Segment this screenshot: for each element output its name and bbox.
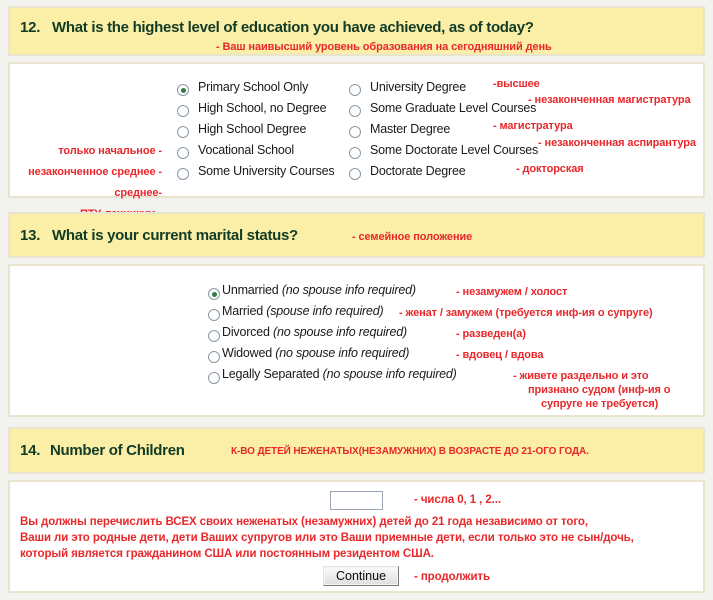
radio-widowed[interactable]	[208, 351, 220, 363]
question-13-body: Unmarried (no spouse info required) - не…	[8, 264, 705, 417]
label-legally-separated-text: Legally Separated	[222, 367, 320, 381]
children-note-line-1: Вы должны перечислить ВСЕХ своих неженат…	[20, 516, 588, 528]
label-divorced-note: (no spouse info required)	[273, 325, 407, 339]
label-married[interactable]: Married (spouse info required)	[222, 304, 384, 318]
radio-high-school-degree[interactable]	[177, 126, 189, 138]
form-page: 12. What is the highest level of educati…	[0, 0, 713, 600]
children-count-hint: - числа 0, 1 , 2...	[414, 494, 501, 506]
label-primary-school-only[interactable]: Primary School Only	[198, 80, 308, 94]
radio-some-university-courses[interactable]	[177, 168, 189, 180]
label-widowed[interactable]: Widowed (no spouse info required)	[222, 346, 409, 360]
label-divorced-text: Divorced	[222, 325, 270, 339]
continue-russian-label: - продолжить	[414, 571, 490, 583]
radio-doctorate-degree[interactable]	[349, 168, 361, 180]
q13-ru-4-line2: признано судом (инф-ия о	[528, 384, 671, 396]
label-unmarried-text: Unmarried	[222, 283, 279, 297]
radio-unmarried[interactable]	[208, 288, 220, 300]
q12-right-ru-4: - докторская	[516, 163, 584, 175]
radio-married[interactable]	[208, 309, 220, 321]
children-note-line-2: Ваши ли это родные дети, дети Ваших супр…	[20, 532, 634, 544]
label-university-degree[interactable]: University Degree	[370, 80, 466, 94]
label-some-university-courses[interactable]: Some University Courses	[198, 164, 335, 178]
label-some-doctorate-level-courses[interactable]: Some Doctorate Level Courses	[370, 143, 538, 157]
radio-master-degree[interactable]	[349, 126, 361, 138]
question-12-title: What is the highest level of education y…	[52, 19, 534, 36]
radio-legally-separated[interactable]	[208, 372, 220, 384]
label-married-text: Married	[222, 304, 263, 318]
question-13-title: What is your current marital status?	[52, 227, 298, 244]
radio-some-graduate-level-courses[interactable]	[349, 105, 361, 117]
question-14-number: 14.	[20, 442, 41, 459]
radio-high-school-no-degree[interactable]	[177, 105, 189, 117]
radio-university-degree[interactable]	[349, 84, 361, 96]
radio-some-doctorate-level-courses[interactable]	[349, 147, 361, 159]
q12-left-ru-2: среднее-	[114, 187, 162, 199]
q13-ru-4-line3: супруге не требуется)	[541, 398, 659, 410]
label-high-school-degree[interactable]: High School Degree	[198, 122, 306, 136]
question-14-body: - числа 0, 1 , 2... Вы должны перечислит…	[8, 480, 705, 593]
children-count-input[interactable]	[330, 491, 383, 510]
label-widowed-text: Widowed	[222, 346, 273, 360]
radio-vocational-school[interactable]	[177, 147, 189, 159]
question-12-russian-subtitle: - Ваш наивысший уровень образования на с…	[216, 41, 552, 53]
question-12-number: 12.	[20, 19, 41, 36]
label-high-school-no-degree[interactable]: High School, no Degree	[198, 101, 327, 115]
question-13-russian-subtitle: - семейное положение	[352, 231, 473, 243]
children-note-line-3: который является гражданином США или пос…	[20, 548, 434, 560]
question-13-number: 13.	[20, 227, 41, 244]
label-doctorate-degree[interactable]: Doctorate Degree	[370, 164, 466, 178]
label-some-graduate-level-courses[interactable]: Some Graduate Level Courses	[370, 101, 536, 115]
label-legally-separated-note: (no spouse info required)	[322, 367, 457, 381]
question-14-russian-subtitle: К-ВО ДЕТЕЙ НЕЖЕНАТЫХ(НЕЗАМУЖНИХ) В ВОЗРА…	[231, 446, 589, 457]
label-married-note: (spouse info required)	[266, 304, 384, 318]
label-unmarried[interactable]: Unmarried (no spouse info required)	[222, 283, 416, 297]
q12-right-ru-2: - магистратура	[493, 120, 573, 132]
label-master-degree[interactable]: Master Degree	[370, 122, 450, 136]
q12-right-ru-3: - незаконченная аспирантура	[538, 137, 696, 149]
continue-button[interactable]: Continue	[323, 566, 400, 586]
q13-ru-3: - вдовец / вдова	[456, 349, 544, 361]
question-14-header: 14. Number of Children К-ВО ДЕТЕЙ НЕЖЕНА…	[8, 427, 705, 474]
question-13-header: 13. What is your current marital status?…	[8, 212, 705, 258]
label-widowed-note: (no spouse info required)	[275, 346, 410, 360]
q13-ru-2: - разведен(а)	[456, 328, 526, 340]
q12-left-ru-0: только начальное -	[58, 145, 162, 157]
question-12-header: 12. What is the highest level of educati…	[8, 6, 705, 56]
radio-divorced[interactable]	[208, 330, 220, 342]
q12-right-ru-1: - незаконченная магистратура	[528, 94, 691, 106]
label-vocational-school[interactable]: Vocational School	[198, 143, 294, 157]
q12-right-ru-0: -высшее	[493, 78, 540, 90]
q13-ru-1: - женат / замужем (требуется инф-ия о су…	[399, 307, 653, 319]
label-legally-separated[interactable]: Legally Separated (no spouse info requir…	[222, 367, 457, 381]
radio-primary-school-only[interactable]	[177, 84, 189, 96]
question-14-title: Number of Children	[50, 442, 185, 459]
question-12-body: только начальное - незаконченное среднее…	[8, 62, 705, 241]
label-divorced[interactable]: Divorced (no spouse info required)	[222, 325, 407, 339]
label-unmarried-note: (no spouse info required)	[281, 283, 416, 297]
q13-ru-4-line1: - живете раздельно и это	[513, 370, 649, 382]
q12-left-ru-1: незаконченное среднее -	[28, 166, 162, 178]
q13-ru-0: - незамужем / холост	[456, 286, 568, 298]
